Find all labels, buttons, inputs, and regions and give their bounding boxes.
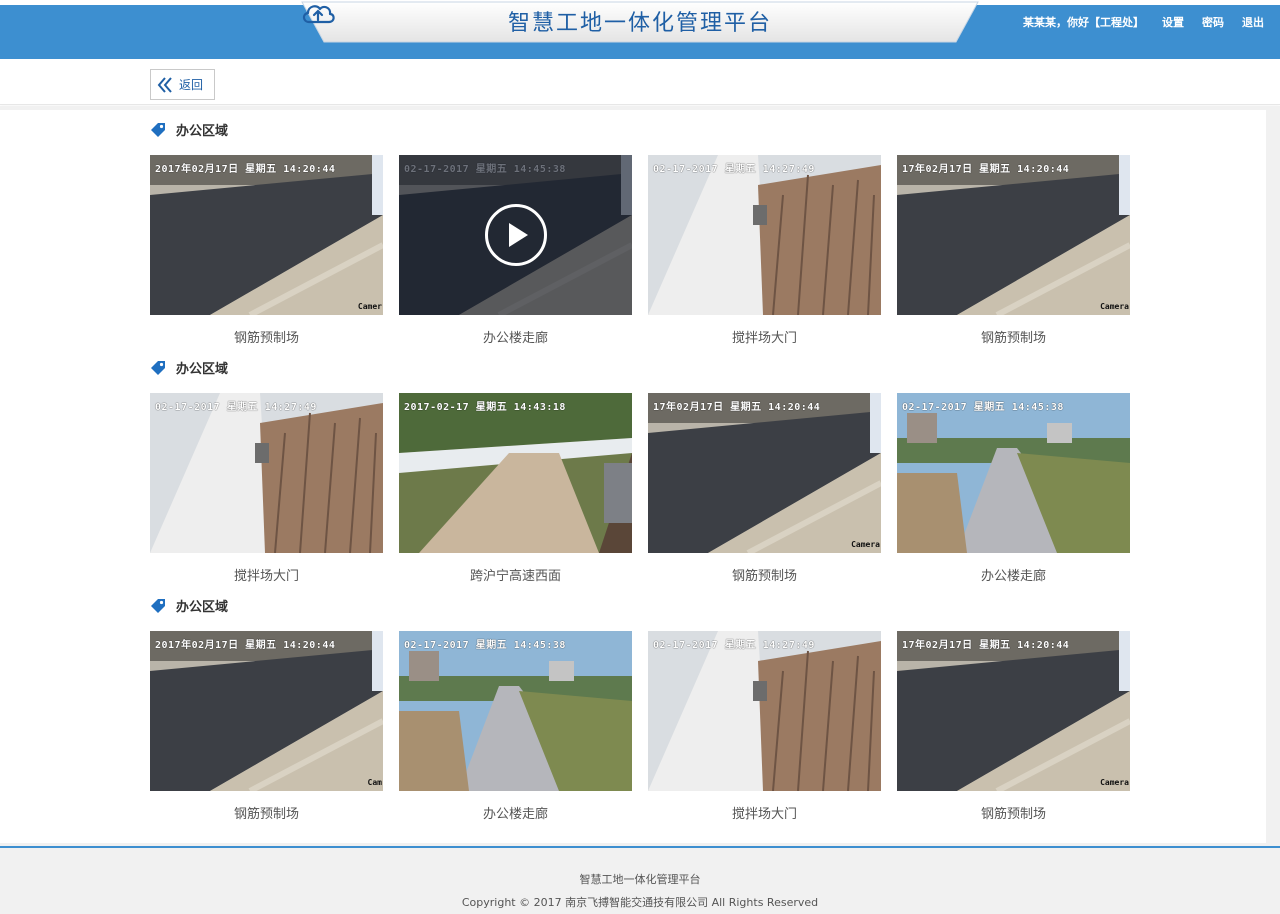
camera-label: Camera <box>1100 778 1129 787</box>
video-thumbnail[interactable]: 02-17-2017 星期五 14:27:49 <box>150 393 383 553</box>
video-tile[interactable]: 17年02月17日 星期五 14:20:44 Camera 钢筋预制场 <box>897 155 1130 346</box>
video-timestamp: 02-17-2017 星期五 14:27:49 <box>653 640 815 651</box>
toolbar: 返回 <box>0 59 1280 105</box>
video-timestamp: 17年02月17日 星期五 14:20:44 <box>653 402 821 413</box>
video-timestamp: 02-17-2017 星期五 14:45:38 <box>404 640 566 651</box>
play-overlay[interactable] <box>399 155 632 315</box>
section-header: 办公区域 <box>150 358 228 377</box>
video-tile[interactable]: 02-17-2017 星期五 14:45:38 办公楼走廊 <box>399 155 632 346</box>
user-area: 某某某，你好【工程处】 设置 密码 退出 <box>1023 14 1264 30</box>
section-title: 办公区域 <box>176 124 229 139</box>
footer: 智慧工地一体化管理平台 Copyright © 2017 南京飞搏智能交通技有限… <box>0 846 1280 914</box>
camera-label: Camera <box>851 540 880 549</box>
footer-copyright: Copyright © 2017 南京飞搏智能交通技有限公司 All Right… <box>461 896 819 909</box>
camera-frame <box>150 155 383 315</box>
camera-frame <box>897 393 1130 553</box>
video-caption[interactable]: 搅拌场大门 <box>150 565 383 584</box>
video-tile[interactable]: 02-17-2017 星期五 14:45:38 办公楼走廊 <box>399 631 632 822</box>
video-timestamp: 02-17-2017 星期五 14:45:38 <box>902 402 1064 413</box>
video-thumbnail[interactable]: 2017年02月17日 星期五 14:20:44 Cam <box>150 631 383 791</box>
video-thumbnail[interactable]: 02-17-2017 星期五 14:27:49 <box>648 631 881 791</box>
video-caption[interactable]: 钢筋预制场 <box>897 327 1130 346</box>
video-tile[interactable]: 2017年02月17日 星期五 14:20:44 Cam 钢筋预制场 <box>150 631 383 822</box>
settings-link[interactable]: 设置 <box>1162 14 1184 30</box>
video-thumbnail[interactable]: 17年02月17日 星期五 14:20:44 Camera <box>648 393 881 553</box>
camera-frame <box>399 393 632 553</box>
camera-frame <box>399 631 632 791</box>
video-caption[interactable]: 搅拌场大门 <box>648 327 881 346</box>
camera-frame <box>648 155 881 315</box>
play-icon[interactable] <box>484 204 547 266</box>
password-link[interactable]: 密码 <box>1202 14 1224 30</box>
video-caption[interactable]: 搅拌场大门 <box>648 803 881 822</box>
camera-frame <box>150 393 383 553</box>
section-header: 办公区域 <box>150 596 228 615</box>
video-caption[interactable]: 办公楼走廊 <box>897 565 1130 584</box>
video-timestamp: 02-17-2017 星期五 14:27:49 <box>653 164 815 175</box>
video-tile[interactable]: 2017年02月17日 星期五 14:20:44 Camer 钢筋预制场 <box>150 155 383 346</box>
video-caption[interactable]: 钢筋预制场 <box>150 803 383 822</box>
video-caption[interactable]: 钢筋预制场 <box>150 327 383 346</box>
video-caption[interactable]: 钢筋预制场 <box>648 565 881 584</box>
section-header: 办公区域 <box>150 120 228 139</box>
section-title: 办公区域 <box>176 362 229 377</box>
video-thumbnail[interactable]: 02-17-2017 星期五 14:27:49 <box>648 155 881 315</box>
tag-icon <box>151 122 165 137</box>
video-caption[interactable]: 办公楼走廊 <box>399 327 632 346</box>
video-timestamp: 2017年02月17日 星期五 14:20:44 <box>155 164 336 175</box>
cloud-upload-icon <box>302 5 335 24</box>
video-thumbnail[interactable]: 02-17-2017 星期五 14:45:38 <box>399 155 632 315</box>
section-title: 办公区域 <box>176 600 229 615</box>
video-tile[interactable]: 2017-02-17 星期五 14:43:18 跨沪宁高速西面 <box>399 393 632 584</box>
logout-link[interactable]: 退出 <box>1242 14 1264 30</box>
camera-frame <box>648 631 881 791</box>
video-tile[interactable]: 02-17-2017 星期五 14:27:49 搅拌场大门 <box>150 393 383 584</box>
tag-icon <box>151 360 165 375</box>
camera-frame <box>897 155 1130 315</box>
video-timestamp: 2017-02-17 星期五 14:43:18 <box>404 402 566 413</box>
video-thumbnail[interactable]: 17年02月17日 星期五 14:20:44 Camera <box>897 155 1130 315</box>
title-tab: 智慧工地一体化管理平台 <box>300 0 980 44</box>
back-button[interactable]: 返回 <box>150 69 215 100</box>
title-content: 智慧工地一体化管理平台 <box>300 0 980 42</box>
video-tile[interactable]: 02-17-2017 星期五 14:45:38 办公楼走廊 <box>897 393 1130 584</box>
double-chevron-left-icon <box>157 76 172 93</box>
video-tile[interactable]: 17年02月17日 星期五 14:20:44 Camera 钢筋预制场 <box>897 631 1130 822</box>
tag-icon <box>151 598 165 613</box>
header: 智慧工地一体化管理平台 某某某，你好【工程处】 设置 密码 退出 <box>0 0 1280 59</box>
video-caption[interactable]: 跨沪宁高速西面 <box>399 565 632 584</box>
video-caption[interactable]: 办公楼走廊 <box>399 803 632 822</box>
video-thumbnail[interactable]: 02-17-2017 星期五 14:45:38 <box>897 393 1130 553</box>
camera-frame <box>897 631 1130 791</box>
video-thumbnail[interactable]: 02-17-2017 星期五 14:45:38 <box>399 631 632 791</box>
video-timestamp: 02-17-2017 星期五 14:27:49 <box>155 402 317 413</box>
video-thumbnail[interactable]: 17年02月17日 星期五 14:20:44 Camera <box>897 631 1130 791</box>
camera-frame <box>648 393 881 553</box>
app-title: 智慧工地一体化管理平台 <box>507 11 772 36</box>
camera-label: Cam <box>367 778 382 787</box>
user-greeting: 某某某，你好【工程处】 <box>1023 16 1144 29</box>
camera-label: Camera <box>1100 302 1129 311</box>
video-thumbnail[interactable]: 2017年02月17日 星期五 14:20:44 Camer <box>150 155 383 315</box>
camera-frame <box>150 631 383 791</box>
back-label: 返回 <box>179 78 204 92</box>
camera-label: Camer <box>357 302 382 311</box>
video-thumbnail[interactable]: 2017-02-17 星期五 14:43:18 <box>399 393 632 553</box>
video-timestamp: 17年02月17日 星期五 14:20:44 <box>902 164 1070 175</box>
footer-title: 智慧工地一体化管理平台 <box>579 873 701 886</box>
video-timestamp: 17年02月17日 星期五 14:20:44 <box>902 640 1070 651</box>
video-timestamp: 2017年02月17日 星期五 14:20:44 <box>155 640 336 651</box>
video-tile[interactable]: 02-17-2017 星期五 14:27:49 搅拌场大门 <box>648 155 881 346</box>
video-tile[interactable]: 17年02月17日 星期五 14:20:44 Camera 钢筋预制场 <box>648 393 881 584</box>
video-tile[interactable]: 02-17-2017 星期五 14:27:49 搅拌场大门 <box>648 631 881 822</box>
video-caption[interactable]: 钢筋预制场 <box>897 803 1130 822</box>
